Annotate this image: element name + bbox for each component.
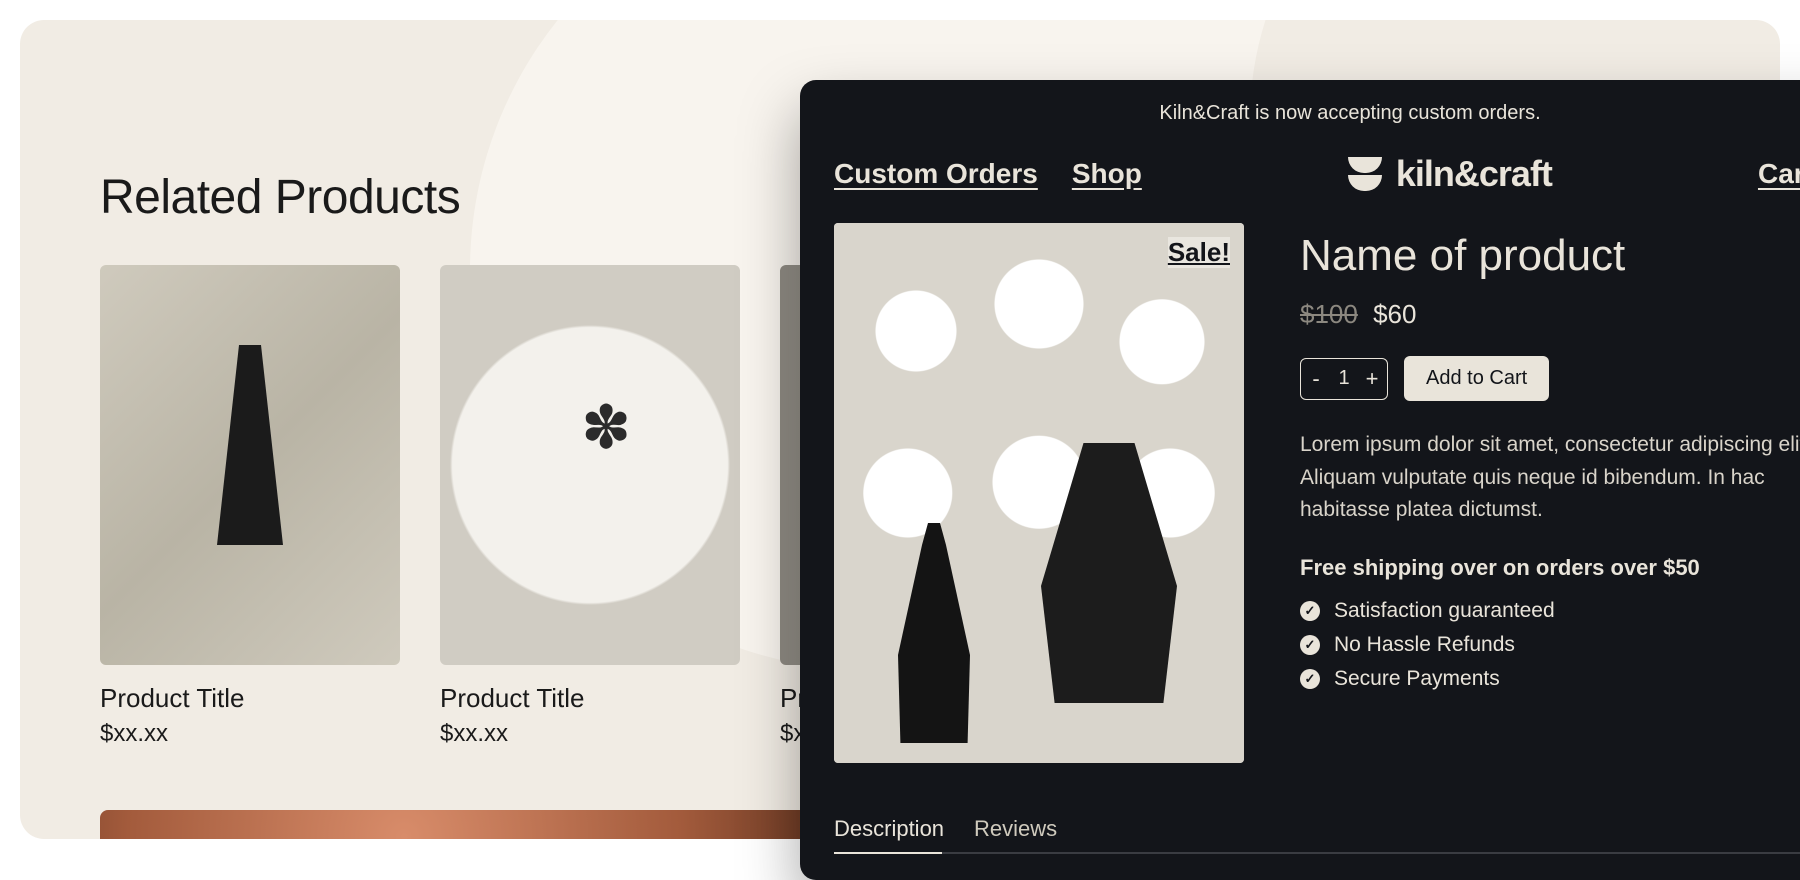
nav-left: Custom Orders Shop — [834, 158, 1142, 190]
add-to-cart-row: - 1 + Add to Cart — [1300, 356, 1800, 401]
product-description: Lorem ipsum dolor sit amet, consectetur … — [1300, 429, 1800, 527]
image-background — [834, 223, 1244, 763]
check-icon: ✓ — [1300, 635, 1320, 655]
related-product-card[interactable]: Product Title $xx.xx — [100, 265, 400, 748]
tab-reviews[interactable]: Reviews — [974, 816, 1057, 842]
cart-link[interactable]: Cart 1 — [1758, 155, 1800, 193]
product-panel: Kiln&Craft is now accepting custom order… — [800, 80, 1800, 880]
announcement-bar: Kiln&Craft is now accepting custom order… — [834, 80, 1800, 143]
main-nav: Custom Orders Shop kiln&craft Cart 1 — [834, 143, 1800, 223]
feature-text: Secure Payments — [1334, 667, 1500, 691]
related-product-card[interactable]: Product Title $xx.xx — [440, 265, 740, 748]
add-to-cart-button[interactable]: Add to Cart — [1404, 356, 1549, 401]
product-title: Product Title — [440, 683, 740, 714]
product-price: $xx.xx — [100, 720, 400, 748]
feature-item: ✓ No Hassle Refunds — [1300, 633, 1800, 657]
product-info: Name of product $100 $60 - 1 + Add to Ca… — [1300, 223, 1800, 763]
product-price: $xx.xx — [440, 720, 740, 748]
product-tabs: Description Reviews — [834, 816, 1800, 854]
product-name: Name of product — [1300, 231, 1800, 281]
product-image — [440, 265, 740, 665]
product-main-image[interactable]: Sale! — [834, 223, 1244, 763]
tab-underline — [834, 852, 1800, 854]
product-title: Product Title — [100, 683, 400, 714]
feature-text: No Hassle Refunds — [1334, 633, 1515, 657]
logo-icon — [1348, 157, 1382, 191]
qty-decrement-button[interactable]: - — [1301, 359, 1331, 399]
cart-label[interactable]: Cart — [1758, 158, 1800, 190]
sale-badge: Sale! — [1168, 237, 1230, 268]
product-image — [100, 265, 400, 665]
check-icon: ✓ — [1300, 601, 1320, 621]
qty-increment-button[interactable]: + — [1357, 359, 1387, 399]
shipping-heading: Free shipping over on orders over $50 — [1300, 555, 1800, 581]
quantity-stepper: - 1 + — [1300, 358, 1388, 400]
tab-description[interactable]: Description — [834, 816, 944, 842]
nav-link-custom-orders[interactable]: Custom Orders — [834, 158, 1038, 190]
site-logo[interactable]: kiln&craft — [1348, 153, 1552, 195]
check-icon: ✓ — [1300, 669, 1320, 689]
feature-list: ✓ Satisfaction guaranteed ✓ No Hassle Re… — [1300, 599, 1800, 691]
logo-text: kiln&craft — [1396, 153, 1552, 195]
current-price: $60 — [1373, 299, 1416, 329]
feature-item: ✓ Satisfaction guaranteed — [1300, 599, 1800, 623]
feature-text: Satisfaction guaranteed — [1334, 599, 1555, 623]
hero-image-strip — [100, 810, 860, 839]
feature-item: ✓ Secure Payments — [1300, 667, 1800, 691]
qty-value: 1 — [1331, 367, 1357, 390]
product-detail: Sale! Name of product $100 $60 - 1 + Add… — [834, 223, 1800, 763]
old-price: $100 — [1300, 299, 1358, 329]
nav-link-shop[interactable]: Shop — [1072, 158, 1142, 190]
product-prices: $100 $60 — [1300, 299, 1800, 330]
